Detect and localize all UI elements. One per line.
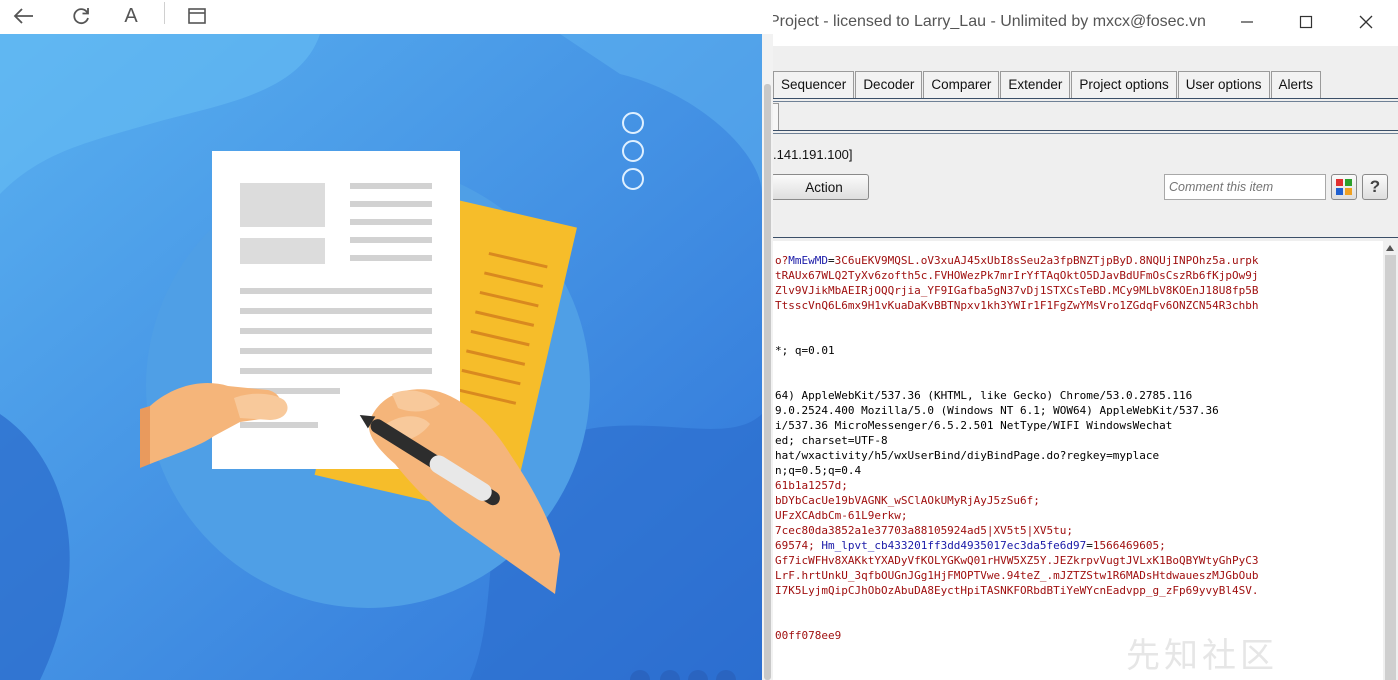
editor-text: ed; charset=UTF-8 <box>775 434 888 447</box>
editor-text: tRAUx67WLQ2TyXv6zofth5c.FVHOWezPk7mrIrYf… <box>775 269 1259 282</box>
signing-illustration <box>0 34 762 680</box>
editor-text: UFzXCAdbCm-61L9erkw; <box>775 509 908 522</box>
editor-line: *; q=0.01 <box>775 343 835 358</box>
minimize-button[interactable] <box>1232 10 1262 34</box>
editor-text: Hm_lpvt_cb433201ff3dd4935017ec3da5fe6d97 <box>821 539 1087 552</box>
tab-extender[interactable]: Extender <box>1000 71 1071 98</box>
window-title: Project - licensed to Larry_Lau - Unlimi… <box>773 13 1206 30</box>
editor-line: 9.0.2524.400 Mozilla/5.0 (Windows NT 6.1… <box>775 403 1219 418</box>
highlight-color-button[interactable] <box>1331 174 1357 200</box>
editor-line: tRAUx67WLQ2TyXv6zofth5c.FVHOWezPk7mrIrYf… <box>775 268 1258 283</box>
editor-text: 64) AppleWebKit/537.36 (KHTML, like Geck… <box>775 389 1193 402</box>
close-icon <box>1359 15 1373 29</box>
tab-rule-2 <box>773 101 1398 102</box>
comment-input[interactable] <box>1164 174 1326 200</box>
editor-text: Zlv9VJikMbAEIRjOQQrjia_YF9IGafba5gN37vDj… <box>775 284 1259 297</box>
editor-line: 61b1a1257d; <box>775 478 848 493</box>
editor-line: 69574; Hm_lpvt_cb433201ff3dd4935017ec3da… <box>775 538 1166 553</box>
request-subtab[interactable] <box>773 103 779 131</box>
refresh-icon <box>73 8 89 25</box>
editor-line: I7K5LyjmQipCJhObOzAbuDA8EyctHpiTASNKFORb… <box>775 583 1258 598</box>
editor-text: 1566469605; <box>1092 539 1166 552</box>
editor-text: 3C6uEKV9MQSL.oV3xuAJ45xUbI8sSeu2a3fpBNZT… <box>834 254 1259 267</box>
editor-line: UFzXCAdbCm-61L9erkw; <box>775 508 907 523</box>
editor-scrollbar[interactable] <box>1383 241 1398 680</box>
maximize-button[interactable] <box>1291 10 1321 34</box>
font-size-button[interactable]: A <box>116 2 146 30</box>
menu-strip <box>773 46 1398 68</box>
minimize-icon <box>1241 21 1253 23</box>
scroll-up-icon[interactable] <box>1386 245 1394 251</box>
editor-line: n;q=0.5;q=0.4 <box>775 463 861 478</box>
editor-text: n;q=0.5;q=0.4 <box>775 464 862 477</box>
editor-rule <box>773 237 1398 238</box>
editor-scrollbar-thumb[interactable] <box>1385 255 1396 680</box>
editor-text: 9.0.2524.400 Mozilla/5.0 (Windows NT 6.1… <box>775 404 1219 417</box>
editor-text: TtsscVnQ6L6mx9H1vKuaDaKvBBTNpxv1kh3YWIr1… <box>775 299 1259 312</box>
editor-line: i/537.36 MicroMessenger/6.5.2.501 NetTyp… <box>775 418 1172 433</box>
tab-comparer[interactable]: Comparer <box>923 71 1000 98</box>
tab-rule <box>773 98 1398 99</box>
editor-text: hat/wxactivity/h5/wxUserBind/diyBindPage… <box>775 449 1160 462</box>
window-button[interactable] <box>182 2 212 30</box>
toolbar-divider <box>164 2 165 24</box>
editor-line: bDYbCacUe19bVAGNK_wSClAOkUMyRjAyJ5zSu6f; <box>775 493 1040 508</box>
editor-text: 7cec80da3852a1e37703a88105924ad5|XV5t5|X… <box>775 524 1074 537</box>
editor-text: Gf7icWFHv8XAKktYXADyVfKOLYGKwQ01rHVW5XZ5… <box>775 554 1259 567</box>
editor-line: 00ff078ee9 <box>775 628 841 643</box>
editor-text: 00ff078ee9 <box>775 629 842 642</box>
editor-text: o? <box>775 254 789 267</box>
page-scrollbar[interactable] <box>762 34 773 680</box>
editor-text: I7K5LyjmQipCJhObOzAbuDA8EyctHpiTASNKFORb… <box>775 584 1259 597</box>
editor-text: i/537.36 MicroMessenger/6.5.2.501 NetTyp… <box>775 419 1173 432</box>
editor-line: 64) AppleWebKit/537.36 (KHTML, like Geck… <box>775 388 1192 403</box>
refresh-button[interactable] <box>66 2 96 30</box>
maximize-icon <box>1299 15 1313 29</box>
editor-text: 69574; <box>775 539 822 552</box>
close-button[interactable] <box>1351 10 1381 34</box>
subtab-rule-2 <box>773 133 1398 134</box>
editor-text: MmEwMD <box>788 254 828 267</box>
tool-tabs: Sequencer Decoder Comparer Extender Project … <box>773 71 1322 99</box>
help-button[interactable]: ? <box>1362 174 1388 200</box>
editor-text: *; q=0.01 <box>775 344 835 357</box>
editor-line: o?MmEwMD=3C6uEKV9MQSL.oV3xuAJ45xUbI8sSeu… <box>775 253 1258 268</box>
editor-line: 7cec80da3852a1e37703a88105924ad5|XV5t5|X… <box>775 523 1073 538</box>
tab-project-options[interactable]: Project options <box>1071 71 1177 98</box>
editor-line: TtsscVnQ6L6mx9H1vKuaDaKvBBTNpxv1kh3YWIr1… <box>775 298 1258 313</box>
editor-text: = <box>1086 539 1093 552</box>
burp-titlebar: Project - licensed to Larry_Lau - Unlimi… <box>773 0 1398 46</box>
editor-line: Zlv9VJikMbAEIRjOQQrjia_YF9IGafba5gN37vDj… <box>775 283 1258 298</box>
browser-toolbar: A <box>0 0 773 35</box>
editor-line: hat/wxactivity/h5/wxUserBind/diyBindPage… <box>775 448 1159 463</box>
editor-text: 61b1a1257d; <box>775 479 848 492</box>
back-button[interactable] <box>8 2 38 30</box>
burp-window: Project - licensed to Larry_Lau - Unlimi… <box>773 0 1398 680</box>
tab-decoder[interactable]: Decoder <box>855 71 923 98</box>
browser-window: A <box>0 0 773 680</box>
tab-user-options[interactable]: User options <box>1177 71 1270 98</box>
arrow-left-icon <box>13 8 33 24</box>
window-icon <box>188 8 206 24</box>
editor-line: ed; charset=UTF-8 <box>775 433 888 448</box>
color-grid-icon <box>1336 179 1352 195</box>
editor-text: = <box>828 254 835 267</box>
editor-line: Gf7icWFHv8XAKktYXADyVfKOLYGKwQ01rHVW5XZ5… <box>775 553 1258 568</box>
editor-line: LrF.hrtUnkU_3qfbOUGnJGg1HjFMOPTVwe.94teZ… <box>775 568 1258 583</box>
scrollbar-thumb[interactable] <box>764 84 771 680</box>
action-button[interactable]: Action <box>773 174 869 200</box>
tab-alerts[interactable]: Alerts <box>1270 71 1322 98</box>
subtab-rule <box>773 130 1398 131</box>
editor-text: bDYbCacUe19bVAGNK_wSClAOkUMyRjAyJ5zSu6f; <box>775 494 1040 507</box>
request-host-label: .141.191.100] <box>773 147 853 162</box>
request-editor[interactable]: o?MmEwMD=3C6uEKV9MQSL.oV3xuAJ45xUbI8sSeu… <box>773 241 1383 680</box>
tab-sequencer[interactable]: Sequencer <box>773 71 855 98</box>
editor-text: LrF.hrtUnkU_3qfbOUGnJGg1HjFMOPTVwe.94teZ… <box>775 569 1259 582</box>
